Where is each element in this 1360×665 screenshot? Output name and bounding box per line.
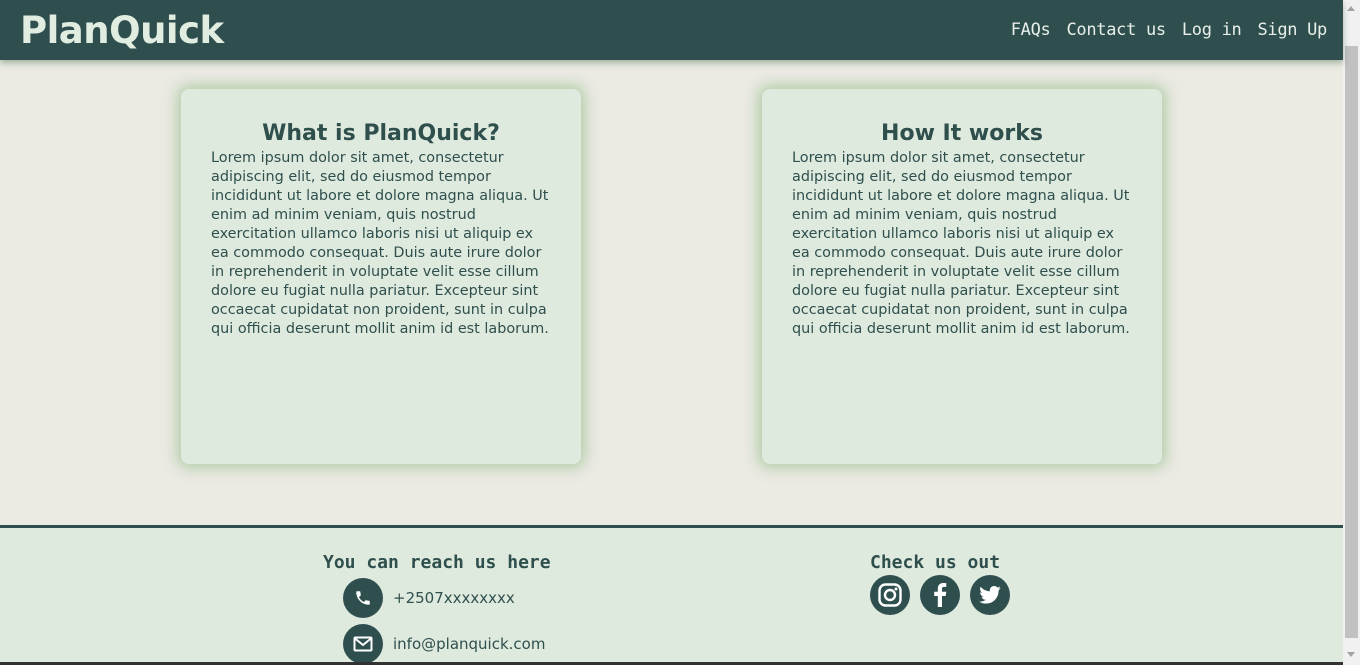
card-what-is: What is PlanQuick? Lorem ipsum dolor sit…	[181, 89, 581, 464]
card-how-it-works: How It works Lorem ipsum dolor sit amet,…	[762, 89, 1162, 464]
phone-number[interactable]: +2507xxxxxxxx	[393, 589, 515, 607]
nav-links: FAQs Contact us Log in Sign Up	[1011, 19, 1328, 41]
top-navbar: PlanQuick FAQs Contact us Log in Sign Up	[0, 0, 1343, 60]
scroll-down-icon[interactable]	[1347, 652, 1355, 657]
vertical-scrollbar[interactable]	[1343, 0, 1360, 665]
contact-email: info@planquick.com	[343, 624, 545, 664]
scroll-up-icon[interactable]	[1347, 6, 1355, 11]
phone-icon	[343, 578, 383, 618]
card-title: How It works	[881, 121, 1043, 146]
nav-link-sign-up[interactable]: Sign Up	[1257, 19, 1327, 41]
scrollbar-thumb[interactable]	[1345, 46, 1358, 638]
instagram-icon[interactable]	[870, 575, 910, 615]
card-body: Lorem ipsum dolor sit amet, consectetur …	[211, 150, 549, 337]
mail-icon	[343, 624, 383, 664]
facebook-icon[interactable]	[920, 575, 960, 615]
nav-link-log-in[interactable]: Log in	[1182, 19, 1242, 41]
contact-phone: +2507xxxxxxxx	[343, 578, 515, 618]
card-title: What is PlanQuick?	[262, 121, 500, 146]
reach-heading: You can reach us here	[323, 552, 551, 573]
card-body: Lorem ipsum dolor sit amet, consectetur …	[792, 150, 1130, 337]
logo[interactable]: PlanQuick	[20, 9, 224, 53]
social-links	[870, 575, 1010, 615]
footer: You can reach us here +2507xxxxxxxx info…	[0, 525, 1343, 665]
check-heading: Check us out	[870, 552, 1001, 573]
nav-link-faqs[interactable]: FAQs	[1011, 19, 1051, 41]
twitter-icon[interactable]	[970, 575, 1010, 615]
email-address[interactable]: info@planquick.com	[393, 635, 545, 653]
nav-link-contact-us[interactable]: Contact us	[1066, 19, 1166, 41]
